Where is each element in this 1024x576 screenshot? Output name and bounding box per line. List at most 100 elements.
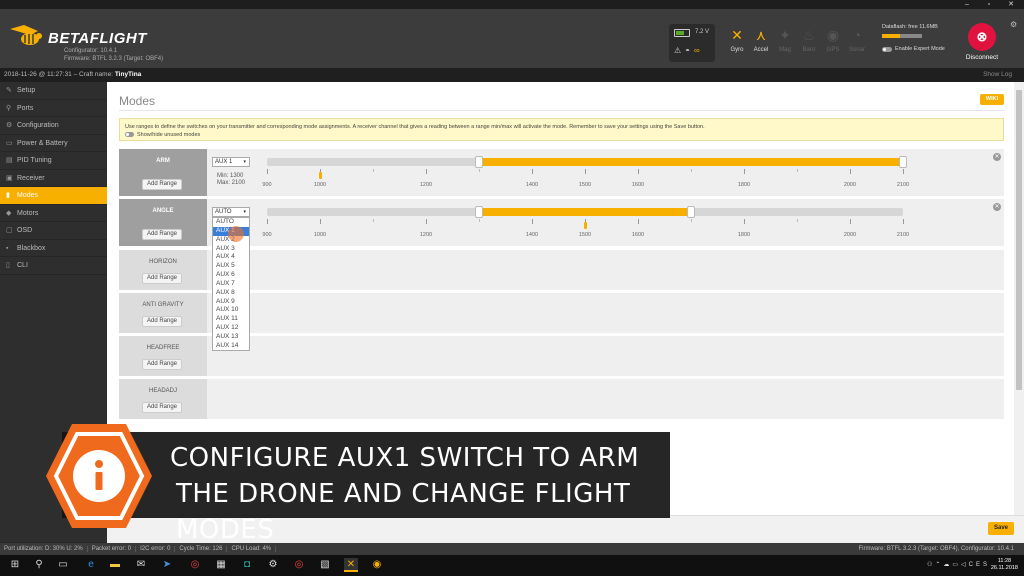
mode-name-cell: HEADADJ Add Range: [119, 379, 207, 419]
add-range-button[interactable]: Add Range: [142, 229, 182, 240]
expert-mode-toggle[interactable]: Enable Expert Mode: [882, 46, 954, 52]
add-range-button[interactable]: Add Range: [142, 359, 182, 370]
taskbar-clock[interactable]: 11:28 26.11.2018: [991, 558, 1018, 572]
dropdown-option[interactable]: AUX 11: [213, 315, 249, 324]
scale-tick: [585, 169, 586, 174]
minimize-button[interactable]: –: [956, 0, 978, 9]
disconnect-button[interactable]: ⊗ Disconnect: [962, 23, 1002, 61]
link-icon: ∞: [694, 46, 704, 55]
range-max-handle[interactable]: [899, 156, 907, 168]
sidebar-item-cli[interactable]: ▯ CLI: [0, 257, 107, 275]
close-window-button[interactable]: ✕: [1000, 0, 1022, 9]
add-range-button[interactable]: Add Range: [142, 316, 182, 327]
mouse-cursor-highlight: [228, 226, 244, 242]
sidebar-item-configuration[interactable]: ⚙ Configuration: [0, 117, 107, 135]
add-range-button[interactable]: Add Range: [142, 273, 182, 284]
scrollbar-thumb[interactable]: [1016, 90, 1022, 390]
task-view-icon[interactable]: ▭: [56, 558, 70, 572]
wiki-button[interactable]: WIKI: [980, 94, 1004, 105]
sidebar-item-power-battery[interactable]: ▭ Power & Battery: [0, 135, 107, 152]
range-max-handle[interactable]: [687, 206, 695, 218]
language-indicator[interactable]: CES: [969, 562, 990, 568]
dropdown-option[interactable]: AUTO: [213, 218, 249, 227]
scale-tick-label: 1200: [419, 182, 433, 188]
signal-icon: ◓: [685, 46, 695, 55]
dropdown-option[interactable]: AUX 12: [213, 324, 249, 333]
save-button[interactable]: Save: [988, 522, 1014, 535]
app-icon-2[interactable]: ◉: [370, 558, 384, 572]
dropdown-option[interactable]: AUX 13: [213, 333, 249, 342]
aux-select-value: AUX 1: [215, 159, 233, 165]
scrollbar[interactable]: [1014, 82, 1024, 515]
clock-date: 26.11.2018: [990, 565, 1018, 571]
sidebar-item-setup[interactable]: ✎ Setup: [0, 82, 107, 100]
mail-icon[interactable]: ✉: [134, 558, 148, 572]
range-min-handle[interactable]: [475, 156, 483, 168]
add-range-button[interactable]: Add Range: [142, 402, 182, 413]
battery-tray-icon[interactable]: ▭: [952, 562, 961, 568]
sidebar-item-motors[interactable]: ◆ Motors: [0, 205, 107, 222]
media-icon[interactable]: ▦: [214, 558, 228, 572]
scale-tick: [426, 219, 427, 224]
sidebar-item-osd[interactable]: ▢ OSD: [0, 222, 107, 240]
remove-range-icon[interactable]: ✕: [993, 153, 1001, 161]
photo-app-icon[interactable]: ▧: [318, 558, 332, 572]
show-hide-unused-toggle[interactable]: Show/hide unused modes: [125, 131, 998, 139]
range-min-handle[interactable]: [475, 206, 483, 218]
range-slider-track[interactable]: [267, 156, 907, 168]
dropdown-option[interactable]: AUX 8: [213, 289, 249, 298]
toggle-switch[interactable]: [125, 132, 134, 138]
sensor-gyro: ✕ Gyro: [726, 23, 748, 63]
app-icon[interactable]: ◘: [240, 558, 254, 572]
show-log-link[interactable]: Show Log: [983, 68, 1012, 82]
chrome-icon-2[interactable]: ◎: [292, 558, 306, 572]
chrome-icon[interactable]: ◎: [188, 558, 202, 572]
sidebar-item-blackbox[interactable]: ▪ Blackbox: [0, 240, 107, 257]
edge-browser-icon[interactable]: e: [84, 558, 98, 572]
chevron-down-icon: ▾: [243, 209, 246, 215]
dropdown-option[interactable]: AUX 14: [213, 342, 249, 351]
windows-start-icon[interactable]: ⊞: [8, 558, 22, 572]
betaflight-taskbar-icon[interactable]: ✕: [344, 558, 358, 572]
sidebar-item-pid-tuning[interactable]: ▤ PID Tuning: [0, 152, 107, 170]
brand-title: BETAFLIGHT: [48, 30, 147, 47]
volume-icon[interactable]: ◁: [961, 562, 969, 568]
dropdown-option[interactable]: AUX 5: [213, 262, 249, 271]
aux-channel-select[interactable]: AUX 1 ▾: [212, 157, 250, 167]
app-header: BETAFLIGHT Configurator: 10.4.1 Firmware…: [0, 9, 1024, 68]
settings-gear-icon[interactable]: ⚙: [1010, 20, 1017, 29]
dropdown-option[interactable]: AUX 7: [213, 280, 249, 289]
cloud-icon[interactable]: ☁: [943, 562, 952, 568]
modes-icon: ▮: [6, 192, 10, 199]
toggle-switch[interactable]: [882, 46, 892, 52]
dropdown-option[interactable]: AUX 10: [213, 306, 249, 315]
search-icon[interactable]: ⚲: [32, 558, 46, 572]
scale-tick: [479, 169, 480, 172]
settings-icon[interactable]: ⚙: [266, 558, 280, 572]
scale-tick-label: 2000: [843, 182, 857, 188]
connection-strip: 2018-11-26 @ 11:27:31 – Craft name: Tiny…: [0, 68, 1024, 82]
range-slider-track[interactable]: [267, 206, 903, 218]
dropdown-option[interactable]: AUX 3: [213, 245, 249, 254]
restore-button[interactable]: ▫: [978, 0, 1000, 9]
accel-icon: ⋏: [755, 27, 767, 43]
sidebar-item-ports[interactable]: ⚲ Ports: [0, 100, 107, 117]
sidebar-item-modes[interactable]: ▮ Modes: [0, 187, 107, 205]
window-titlebar: – ▫ ✕: [0, 0, 1024, 9]
remove-range-icon[interactable]: ✕: [993, 203, 1001, 211]
sensor-label: Sonar: [848, 47, 865, 53]
aux-channel-select[interactable]: AUTO ▾: [212, 207, 250, 217]
add-range-button[interactable]: Add Range: [142, 179, 182, 190]
messenger-icon[interactable]: ➤: [160, 558, 174, 572]
clock-time: 11:28: [997, 558, 1012, 564]
file-explorer-icon[interactable]: ▬: [108, 558, 122, 572]
range-min-max: Min: 1300 Max: 2100: [217, 173, 245, 187]
battery-voltage: 7.2 V: [695, 29, 710, 35]
dropdown-option[interactable]: AUX 4: [213, 253, 249, 262]
aux-select-value: AUTO: [215, 209, 232, 215]
page-title: Modes: [119, 94, 156, 108]
dropdown-option[interactable]: AUX 9: [213, 298, 249, 307]
sidebar-item-receiver[interactable]: ▣ Receiver: [0, 170, 107, 187]
scale-tick: [320, 219, 321, 224]
dropdown-option[interactable]: AUX 6: [213, 271, 249, 280]
